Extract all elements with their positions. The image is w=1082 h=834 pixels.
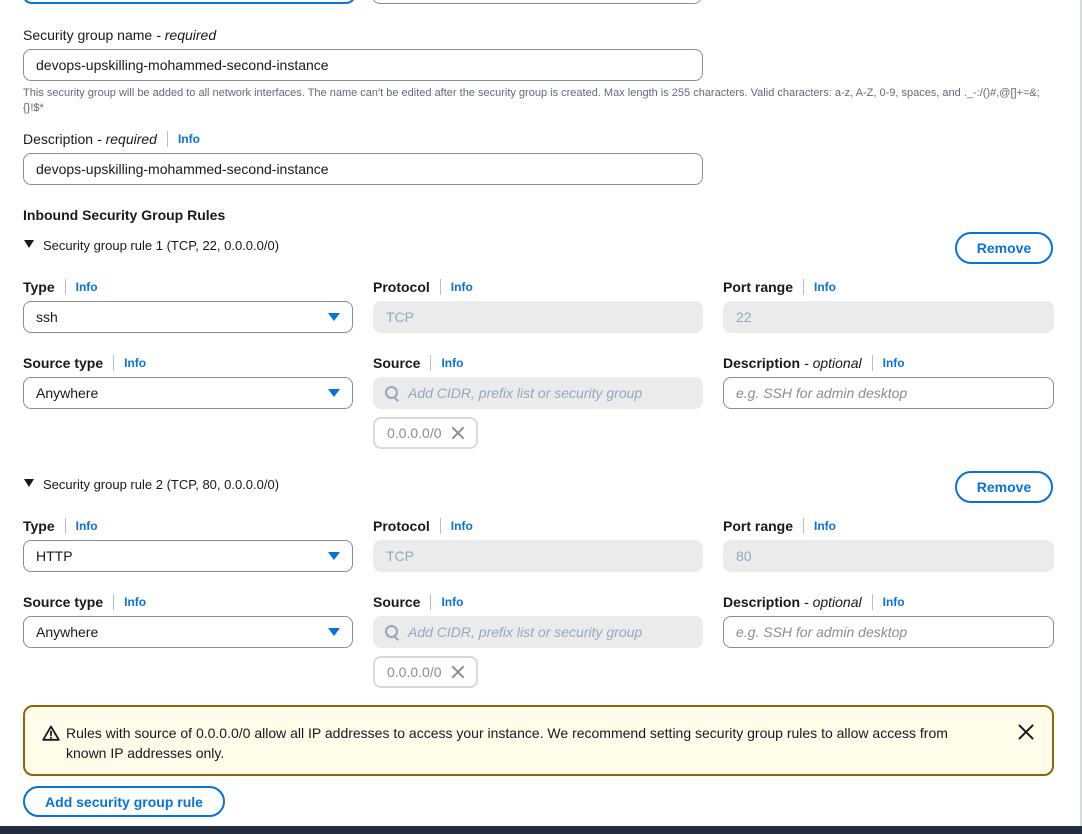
rule-1-source-type-info-link[interactable]: Info [124,356,146,370]
rule-1-source-info-link[interactable]: Info [441,356,463,370]
close-icon[interactable] [451,426,465,440]
rule-2-source-search[interactable]: Add CIDR, prefix list or security group [373,616,703,648]
rule-1-source-type-select[interactable]: Anywhere [23,377,353,409]
rule-2-source-label: Source Info [373,594,464,610]
caret-down-icon [24,239,34,248]
warning-icon [42,725,60,746]
rule-1-source-search[interactable]: Add CIDR, prefix list or security group [373,377,703,409]
label-divider [166,131,168,147]
rule-1-source-label: Source Info [373,355,464,371]
caret-down-icon [24,478,34,487]
rule-1-protocol-field: TCP [373,301,703,333]
rule-2-protocol-label: Protocol Info [373,518,473,534]
rule-1-port-field: 22 [723,301,1054,333]
rule-1-description-label: Description - optional Info [723,355,905,371]
rule-2-source-token: 0.0.0.0/0 [373,656,478,688]
rule-2-description-info-link[interactable]: Info [883,595,905,609]
rule-1-header[interactable]: Security group rule 1 (TCP, 22, 0.0.0.0/… [24,238,279,253]
description-info-link[interactable]: Info [178,132,200,146]
open-source-warning-alert: Rules with source of 0.0.0.0/0 allow all… [23,705,1054,776]
rule-1-description-input[interactable]: e.g. SSH for admin desktop [723,377,1054,409]
rule-1-type-info-link[interactable]: Info [76,280,98,294]
chevron-down-icon [328,313,340,321]
close-icon[interactable] [451,665,465,679]
rule-2-type-label: Type Info [23,518,98,534]
rule-2-protocol-info-link[interactable]: Info [451,519,473,533]
rule-1-source-type-label: Source type Info [23,355,147,371]
top-strip [0,0,1082,6]
rule-2-type-info-link[interactable]: Info [76,519,98,533]
top-primary-button-partial[interactable] [22,0,356,4]
rule-2-description-input[interactable]: e.g. SSH for admin desktop [723,616,1054,648]
rule-2-port-info-link[interactable]: Info [814,519,836,533]
rule-2-protocol-field: TCP [373,540,703,572]
rule-2-remove-button[interactable]: Remove [955,471,1053,503]
close-icon[interactable] [1018,724,1034,740]
rule-2-source-type-info-link[interactable]: Info [124,595,146,609]
rule-1-type-label: Type Info [23,279,98,295]
security-group-name-hint: This security group will be added to all… [23,87,1040,114]
description-input[interactable]: devops-upskilling-mohammed-second-instan… [23,153,703,185]
search-icon [385,625,399,639]
bottom-bar [0,826,1082,834]
rule-1-type-select[interactable]: ssh [23,301,353,333]
rule-2-source-info-link[interactable]: Info [441,595,463,609]
rule-1-description-info-link[interactable]: Info [883,356,905,370]
rule-1-source-token: 0.0.0.0/0 [373,417,478,449]
chevron-down-icon [328,389,340,397]
rule-2-description-label: Description - optional Info [723,594,905,610]
rule-1-remove-button[interactable]: Remove [955,232,1053,264]
inbound-rules-title: Inbound Security Group Rules [23,207,226,223]
rule-2-port-label: Port range Info [723,518,837,534]
search-icon [385,386,399,400]
rule-1-port-info-link[interactable]: Info [814,280,836,294]
rule-2-source-type-label: Source type Info [23,594,147,610]
description-label: Description - required Info [23,131,200,147]
top-secondary-field-partial[interactable] [372,0,702,4]
security-group-name-input[interactable]: devops-upskilling-mohammed-second-instan… [23,49,703,81]
rule-2-type-select[interactable]: HTTP [23,540,353,572]
rule-2-source-type-select[interactable]: Anywhere [23,616,353,648]
alert-message: Rules with source of 0.0.0.0/0 allow all… [66,725,948,761]
rule-2-port-field: 80 [723,540,1054,572]
rule-2-header[interactable]: Security group rule 2 (TCP, 80, 0.0.0.0/… [24,477,279,492]
rule-1-port-label: Port range Info [723,279,837,295]
rule-1-protocol-info-link[interactable]: Info [451,280,473,294]
chevron-down-icon [328,552,340,560]
security-group-name-label: Security group name - required [23,27,217,43]
add-security-group-rule-button[interactable]: Add security group rule [23,786,225,817]
rule-1-protocol-label: Protocol Info [373,279,473,295]
chevron-down-icon [328,628,340,636]
